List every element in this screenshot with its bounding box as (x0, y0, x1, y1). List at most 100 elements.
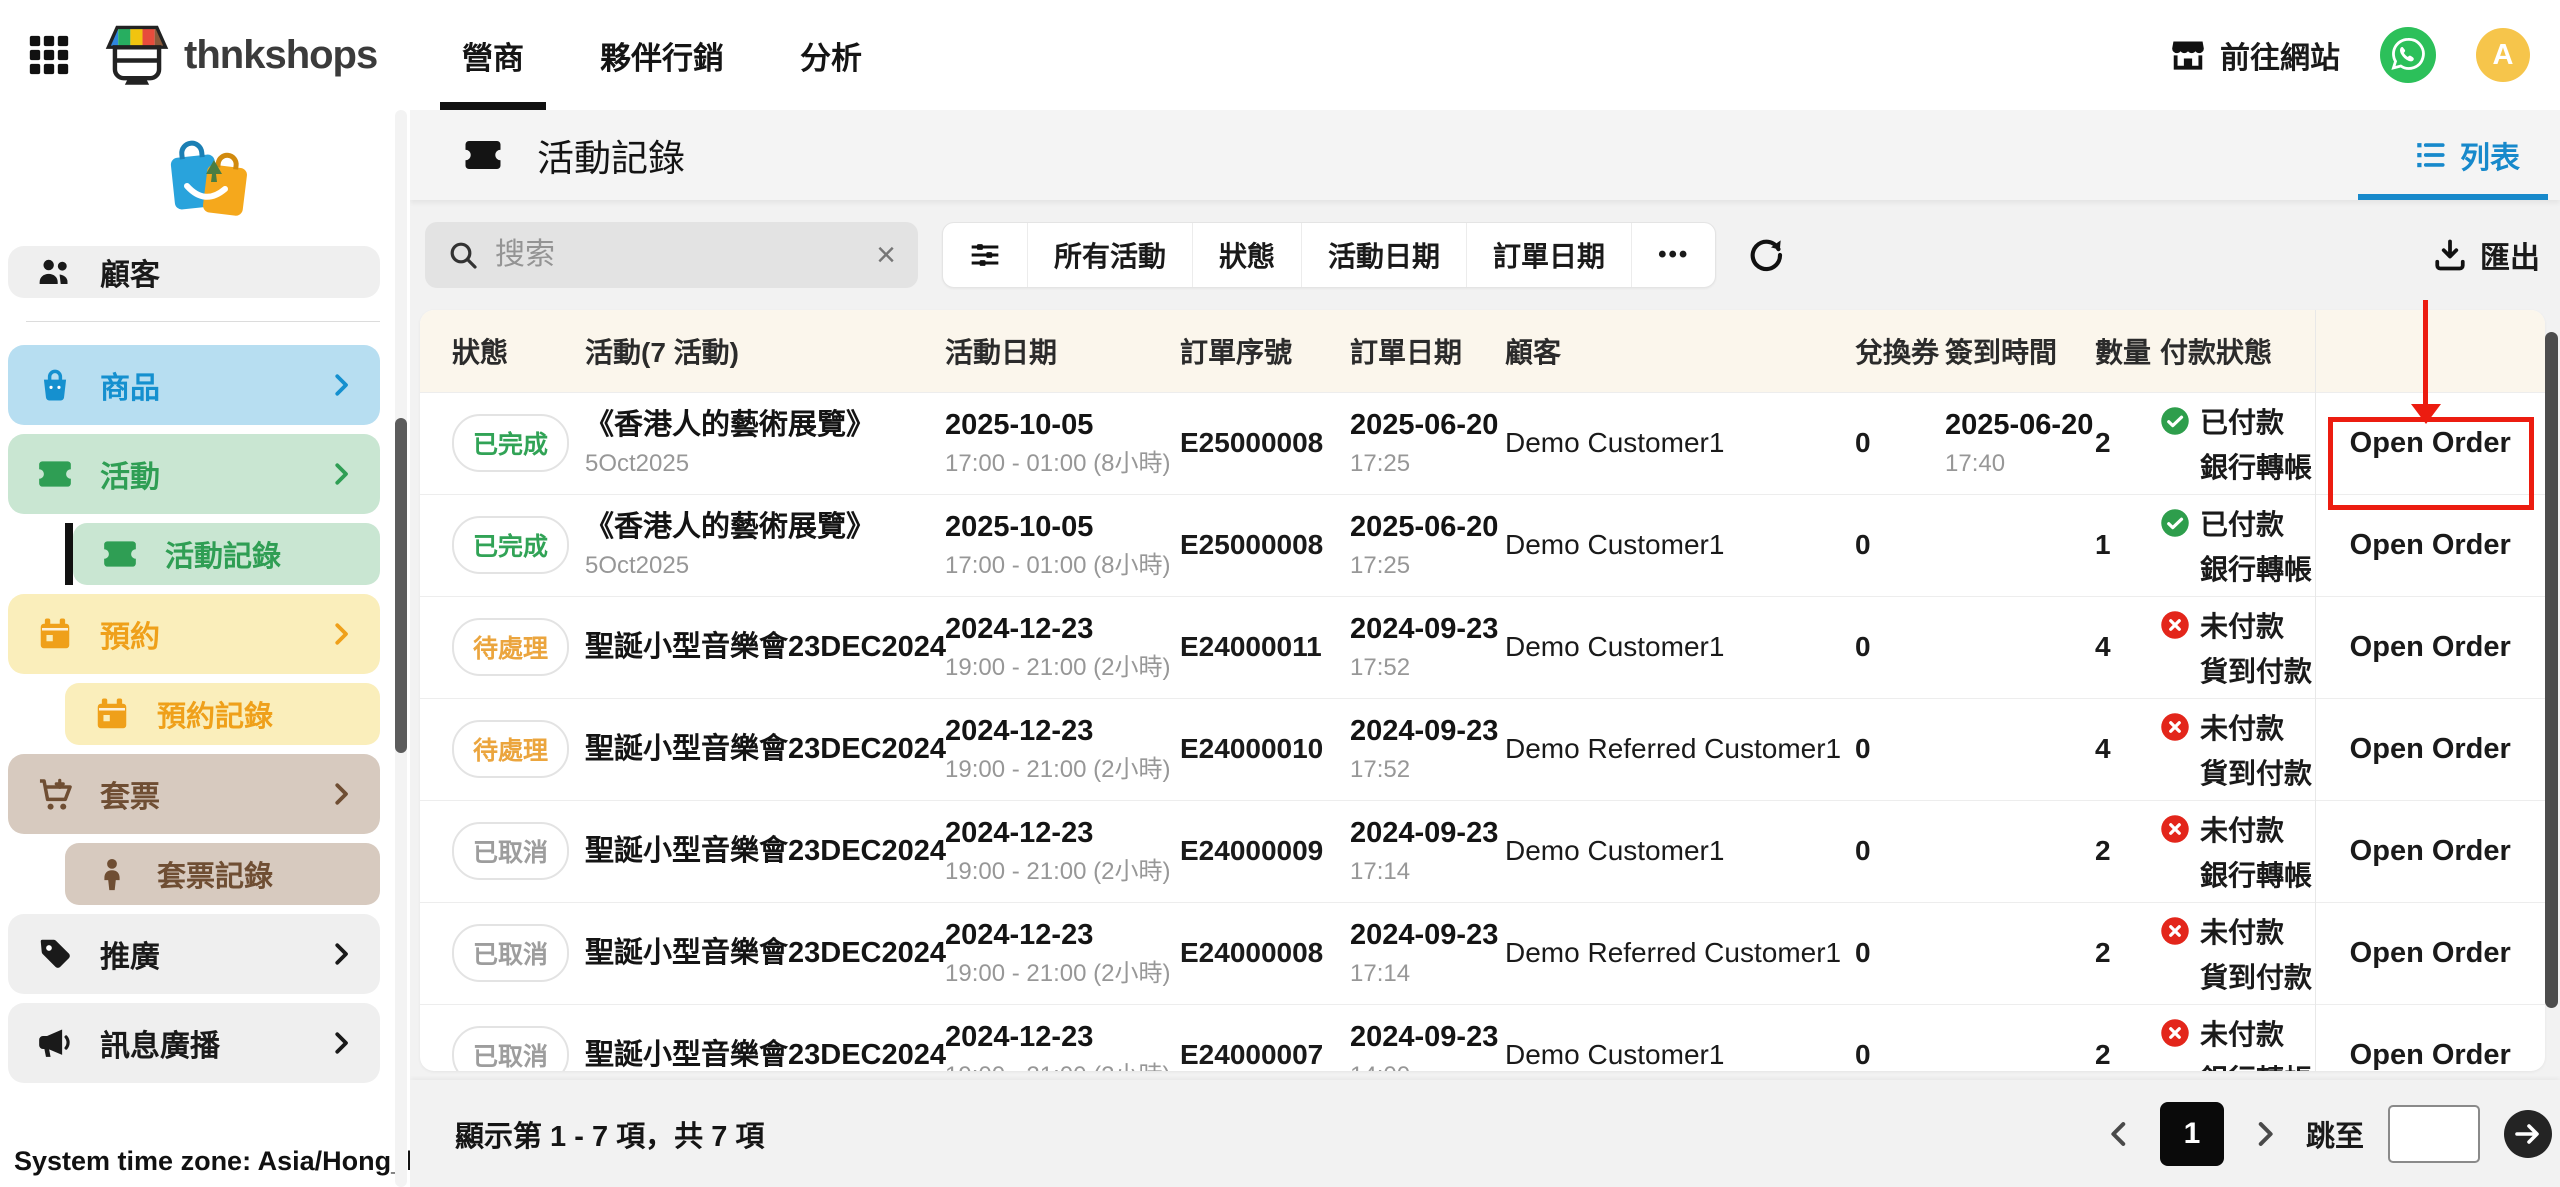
main-scrollbar-thumb[interactable] (2545, 332, 2558, 1008)
order-date-cell: 2024-09-2317:52 (1340, 596, 1495, 698)
payment-status-cell: 已付款銀行轉帳 (2150, 494, 2315, 596)
sidebar-item-6[interactable]: 套票 (8, 754, 380, 834)
sidebar: 顧客商品活動活動記錄預約預約記錄套票套票記錄推廣訊息廣播 System time… (0, 110, 410, 1187)
storefront-logo-icon (100, 23, 174, 87)
check-circle-icon (2160, 508, 2190, 538)
active-tab-underline (2358, 194, 2548, 200)
order-date-cell: 2025-06-2017:25 (1340, 392, 1495, 494)
quantity-cell: 2 (2085, 1004, 2150, 1071)
open-order-link[interactable]: Open Order (2315, 698, 2545, 800)
nav-business[interactable]: 營商 (424, 0, 562, 110)
clear-search-icon[interactable]: × (876, 238, 896, 272)
checkin-cell: 2025-06-2017:40 (1935, 392, 2085, 494)
sidebar-item-0[interactable]: 顧客 (8, 246, 380, 298)
sidebar-item-label: 推廣 (100, 932, 300, 976)
page-header: 活動記錄 列表 (410, 110, 2560, 200)
export-button[interactable]: 匯出 (2432, 233, 2548, 277)
more-filters-button[interactable]: ••• (1631, 223, 1715, 287)
thinkshops-bags-logo-icon (0, 110, 410, 246)
open-order-link[interactable]: Open Order (2315, 1004, 2545, 1071)
order-number-cell: E24000008 (1170, 902, 1340, 1004)
chevron-right-icon (326, 619, 356, 649)
checkin-cell (1935, 902, 2085, 1004)
chevron-right-icon (326, 370, 356, 400)
filter-button-3[interactable]: 訂單日期 (1466, 223, 1631, 287)
column-header-8: 數量 (2085, 310, 2150, 392)
status-badge: 已取消 (452, 1026, 569, 1071)
results-summary: 顯示第 1 - 7 項，共 7 項 (455, 1113, 764, 1155)
filter-button-2[interactable]: 活動日期 (1301, 223, 1466, 287)
nav-partner-marketing[interactable]: 夥伴行銷 (562, 0, 762, 110)
quantity-cell: 1 (2085, 494, 2150, 596)
customer-cell: Demo Referred Customer1 (1495, 698, 1845, 800)
sidebar-item-5[interactable]: 預約記錄 (65, 683, 380, 745)
status-cell: 已完成 (420, 494, 575, 596)
sidebar-scrollbar-thumb[interactable] (395, 418, 407, 753)
voucher-cell: 0 (1845, 494, 1935, 596)
event-date-cell: 2024-12-2319:00 - 21:00 (2小時) (935, 698, 1170, 800)
order-number-cell: E24000009 (1170, 800, 1340, 902)
sidebar-divider (26, 321, 380, 322)
event-cell: 聖誕小型音樂會23DEC2024 (575, 596, 935, 698)
grid-menu-icon[interactable] (26, 32, 72, 78)
sidebar-menu: 顧客商品活動活動記錄預約預約記錄套票套票記錄推廣訊息廣播 (0, 246, 410, 1083)
filter-button-0[interactable]: 所有活動 (1027, 223, 1192, 287)
order-number-cell: E24000010 (1170, 698, 1340, 800)
visit-site-button[interactable]: 前往網站 (2169, 33, 2340, 77)
refresh-icon[interactable] (1746, 235, 1786, 275)
filter-sliders-icon[interactable] (943, 223, 1027, 287)
open-order-link[interactable]: Open Order (2315, 596, 2545, 698)
sidebar-item-label: 訊息廣播 (100, 1021, 300, 1065)
chevron-right-icon (326, 779, 356, 809)
payment-status-cell: 未付款銀行轉帳 (2150, 1004, 2315, 1071)
table-footer: 顯示第 1 - 7 項，共 7 項 1 跳至 (410, 1080, 2560, 1187)
sidebar-item-1[interactable]: 商品 (8, 345, 380, 425)
open-order-link[interactable]: Open Order (2315, 902, 2545, 1004)
table-row-3: 待處理聖誕小型音樂會23DEC20242024-12-2319:00 - 21:… (420, 698, 2545, 800)
brand-logo[interactable]: thnkshops (100, 23, 377, 87)
status-cell: 已完成 (420, 392, 575, 494)
open-order-link[interactable]: Open Order (2315, 800, 2545, 902)
status-badge: 待處理 (452, 720, 569, 778)
whatsapp-icon[interactable] (2380, 27, 2436, 83)
sidebar-item-label: 顧客 (100, 250, 356, 294)
sidebar-item-7[interactable]: 套票記錄 (65, 843, 380, 905)
jump-page-input[interactable] (2388, 1105, 2480, 1163)
next-page-icon[interactable] (2248, 1117, 2282, 1151)
sidebar-item-9[interactable]: 訊息廣播 (8, 1003, 380, 1083)
avatar[interactable]: A (2476, 28, 2530, 82)
sidebar-item-label: 預約 (100, 612, 300, 656)
status-cell: 已取消 (420, 800, 575, 902)
payment-status-cell: 未付款貨到付款 (2150, 596, 2315, 698)
sidebar-item-label: 預約記錄 (157, 693, 356, 735)
prev-page-icon[interactable] (2102, 1117, 2136, 1151)
sidebar-item-label: 套票 (100, 772, 300, 816)
status-badge: 已完成 (452, 516, 569, 574)
nav-analytics[interactable]: 分析 (762, 0, 900, 110)
sidebar-item-4[interactable]: 預約 (8, 594, 380, 674)
customer-cell: Demo Referred Customer1 (1495, 902, 1845, 1004)
filter-button-1[interactable]: 狀態 (1192, 223, 1301, 287)
sidebar-item-8[interactable]: 推廣 (8, 914, 380, 994)
tag-icon (36, 935, 74, 973)
chevron-right-icon (326, 459, 356, 489)
go-arrow-circle-icon[interactable] (2504, 1110, 2552, 1158)
column-header-9: 付款狀態 (2150, 310, 2315, 392)
x-circle-icon (2160, 1018, 2190, 1048)
voucher-cell: 0 (1845, 902, 1935, 1004)
sidebar-item-label: 活動記錄 (165, 533, 356, 575)
event-date-cell: 2024-12-2319:00 - 21:00 (2小時) (935, 800, 1170, 902)
quantity-cell: 4 (2085, 698, 2150, 800)
order-date-cell: 2024-09-2317:52 (1340, 698, 1495, 800)
tab-list-view[interactable]: 列表 (2413, 133, 2520, 177)
top-nav: 營商 夥伴行銷 分析 (424, 0, 900, 110)
sidebar-item-2[interactable]: 活動 (8, 434, 380, 514)
search-input[interactable] (495, 238, 860, 272)
current-page-button[interactable]: 1 (2160, 1102, 2224, 1166)
status-cell: 待處理 (420, 596, 575, 698)
column-header-6: 兌換券 (1845, 310, 1935, 392)
calendar-icon (93, 695, 131, 733)
chevron-right-icon (326, 939, 356, 969)
sidebar-item-3-active[interactable]: 活動記錄 (73, 523, 380, 585)
order-date-cell: 2024-09-2317:14 (1340, 902, 1495, 1004)
